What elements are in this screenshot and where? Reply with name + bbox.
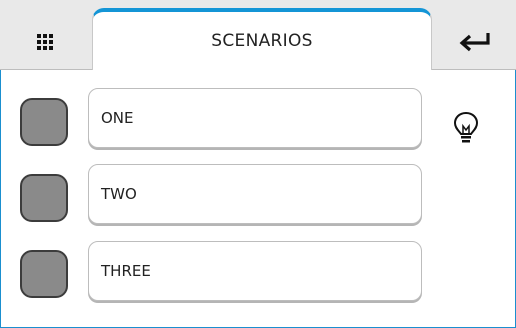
scenario-three-label: THREE	[101, 262, 151, 280]
scenario-one-button[interactable]: ONE	[88, 88, 422, 148]
menu-button[interactable]	[12, 14, 78, 70]
page-title: SCENARIOS	[211, 31, 313, 51]
grid-icon	[37, 34, 53, 50]
lightbulb-icon	[453, 111, 479, 143]
scenario-three-toggle[interactable]	[20, 250, 68, 298]
scenario-two-button[interactable]: TWO	[88, 164, 422, 224]
scenario-one-toggle[interactable]	[20, 98, 68, 146]
scenario-two-toggle[interactable]	[20, 174, 68, 222]
return-arrow-icon	[459, 33, 490, 52]
back-button[interactable]	[440, 14, 510, 70]
scenario-three-button[interactable]: THREE	[88, 241, 422, 301]
scenario-two-label: TWO	[101, 185, 137, 203]
scenario-one-label: ONE	[101, 109, 134, 127]
